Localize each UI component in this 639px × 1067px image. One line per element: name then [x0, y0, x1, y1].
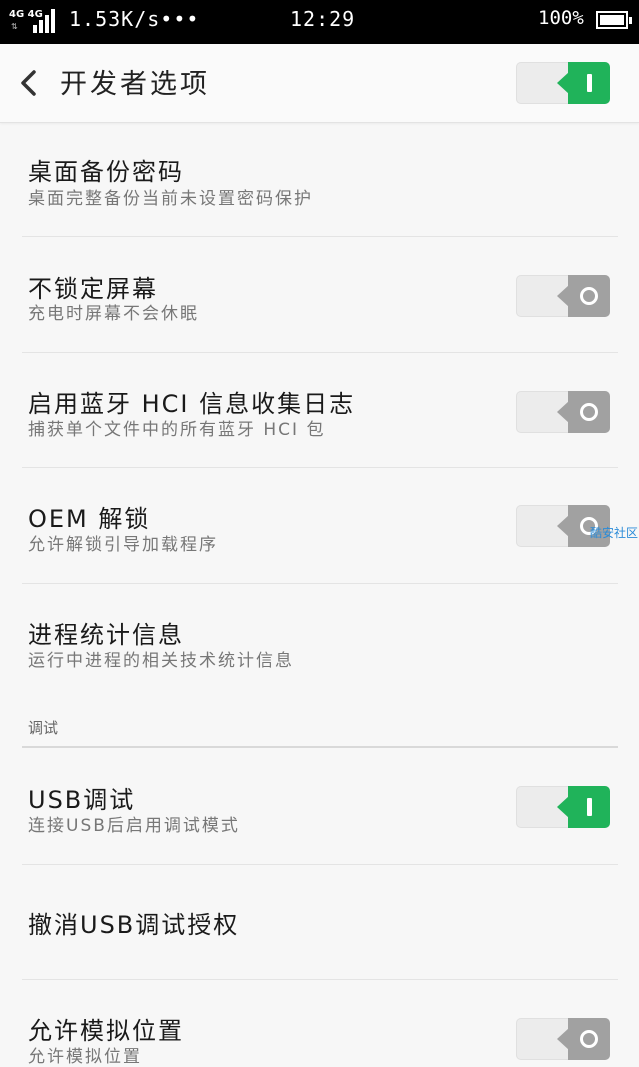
row-stay-awake[interactable]: 不锁定屏幕 充电时屏幕不会休眠	[0, 237, 639, 352]
toggle-on-icon	[557, 786, 610, 828]
battery-percent: 100%	[538, 7, 584, 29]
row-subtitle: 运行中进程的相关技术统计信息	[28, 651, 294, 671]
row-title: OEM 解锁	[28, 505, 151, 533]
mock-location-toggle[interactable]	[516, 1018, 610, 1060]
battery-icon	[596, 11, 632, 29]
row-process-stats[interactable]: 进程统计信息 运行中进程的相关技术统计信息	[0, 584, 639, 699]
row-subtitle: 捕获单个文件中的所有蓝牙 HCI 包	[28, 420, 326, 440]
page-title: 开发者选项	[60, 69, 210, 100]
row-subtitle: 允许解锁引导加载程序	[28, 535, 218, 555]
row-bluetooth-hci-log[interactable]: 启用蓝牙 HCI 信息收集日志 捕获单个文件中的所有蓝牙 HCI 包	[0, 353, 639, 468]
section-divider	[22, 746, 618, 748]
row-subtitle: 桌面完整备份当前未设置密码保护	[28, 189, 313, 209]
row-title: 允许模拟位置	[28, 1017, 184, 1045]
row-subtitle: 充电时屏幕不会休眠	[28, 304, 199, 324]
row-subtitle: 允许模拟位置	[28, 1047, 142, 1067]
app-header: 开发者选项	[0, 44, 639, 123]
stay-awake-toggle[interactable]	[516, 275, 610, 317]
row-mock-location[interactable]: 允许模拟位置 允许模拟位置	[0, 980, 639, 1067]
signal-icon	[33, 9, 61, 33]
row-oem-unlock[interactable]: OEM 解锁 允许解锁引导加载程序	[0, 468, 639, 583]
toggle-off-icon	[557, 391, 610, 433]
row-title: 撤消USB调试授权	[28, 911, 240, 939]
data-arrows-icon: ⇅	[11, 22, 18, 31]
watermark: 酷安社区	[590, 526, 639, 540]
row-title: 桌面备份密码	[28, 158, 184, 186]
network-speed: 1.53K/s•••	[69, 7, 200, 31]
row-subtitle: 连接USB后启用调试模式	[28, 816, 240, 836]
back-arrow-icon[interactable]	[18, 68, 46, 98]
usb-debugging-toggle[interactable]	[516, 786, 610, 828]
bluetooth-hci-log-toggle[interactable]	[516, 391, 610, 433]
toggle-on-icon	[557, 62, 610, 104]
row-revoke-usb-authorization[interactable]: 撤消USB调试授权	[0, 865, 639, 979]
status-bar: 4G 4G ⇅ 1.53K/s••• 12:29 100%	[0, 0, 639, 44]
row-title: 进程统计信息	[28, 621, 184, 649]
row-title: 启用蓝牙 HCI 信息收集日志	[28, 390, 356, 418]
row-usb-debugging[interactable]: USB调试 连接USB后启用调试模式	[0, 750, 639, 864]
toggle-off-icon	[557, 275, 610, 317]
section-header-debugging: 调试	[28, 719, 59, 737]
row-title: USB调试	[28, 786, 136, 814]
row-desktop-backup-password[interactable]: 桌面备份密码 桌面完整备份当前未设置密码保护	[0, 124, 639, 236]
toggle-off-icon	[557, 1018, 610, 1060]
clock: 12:29	[290, 7, 356, 31]
developer-options-toggle[interactable]	[516, 62, 610, 104]
